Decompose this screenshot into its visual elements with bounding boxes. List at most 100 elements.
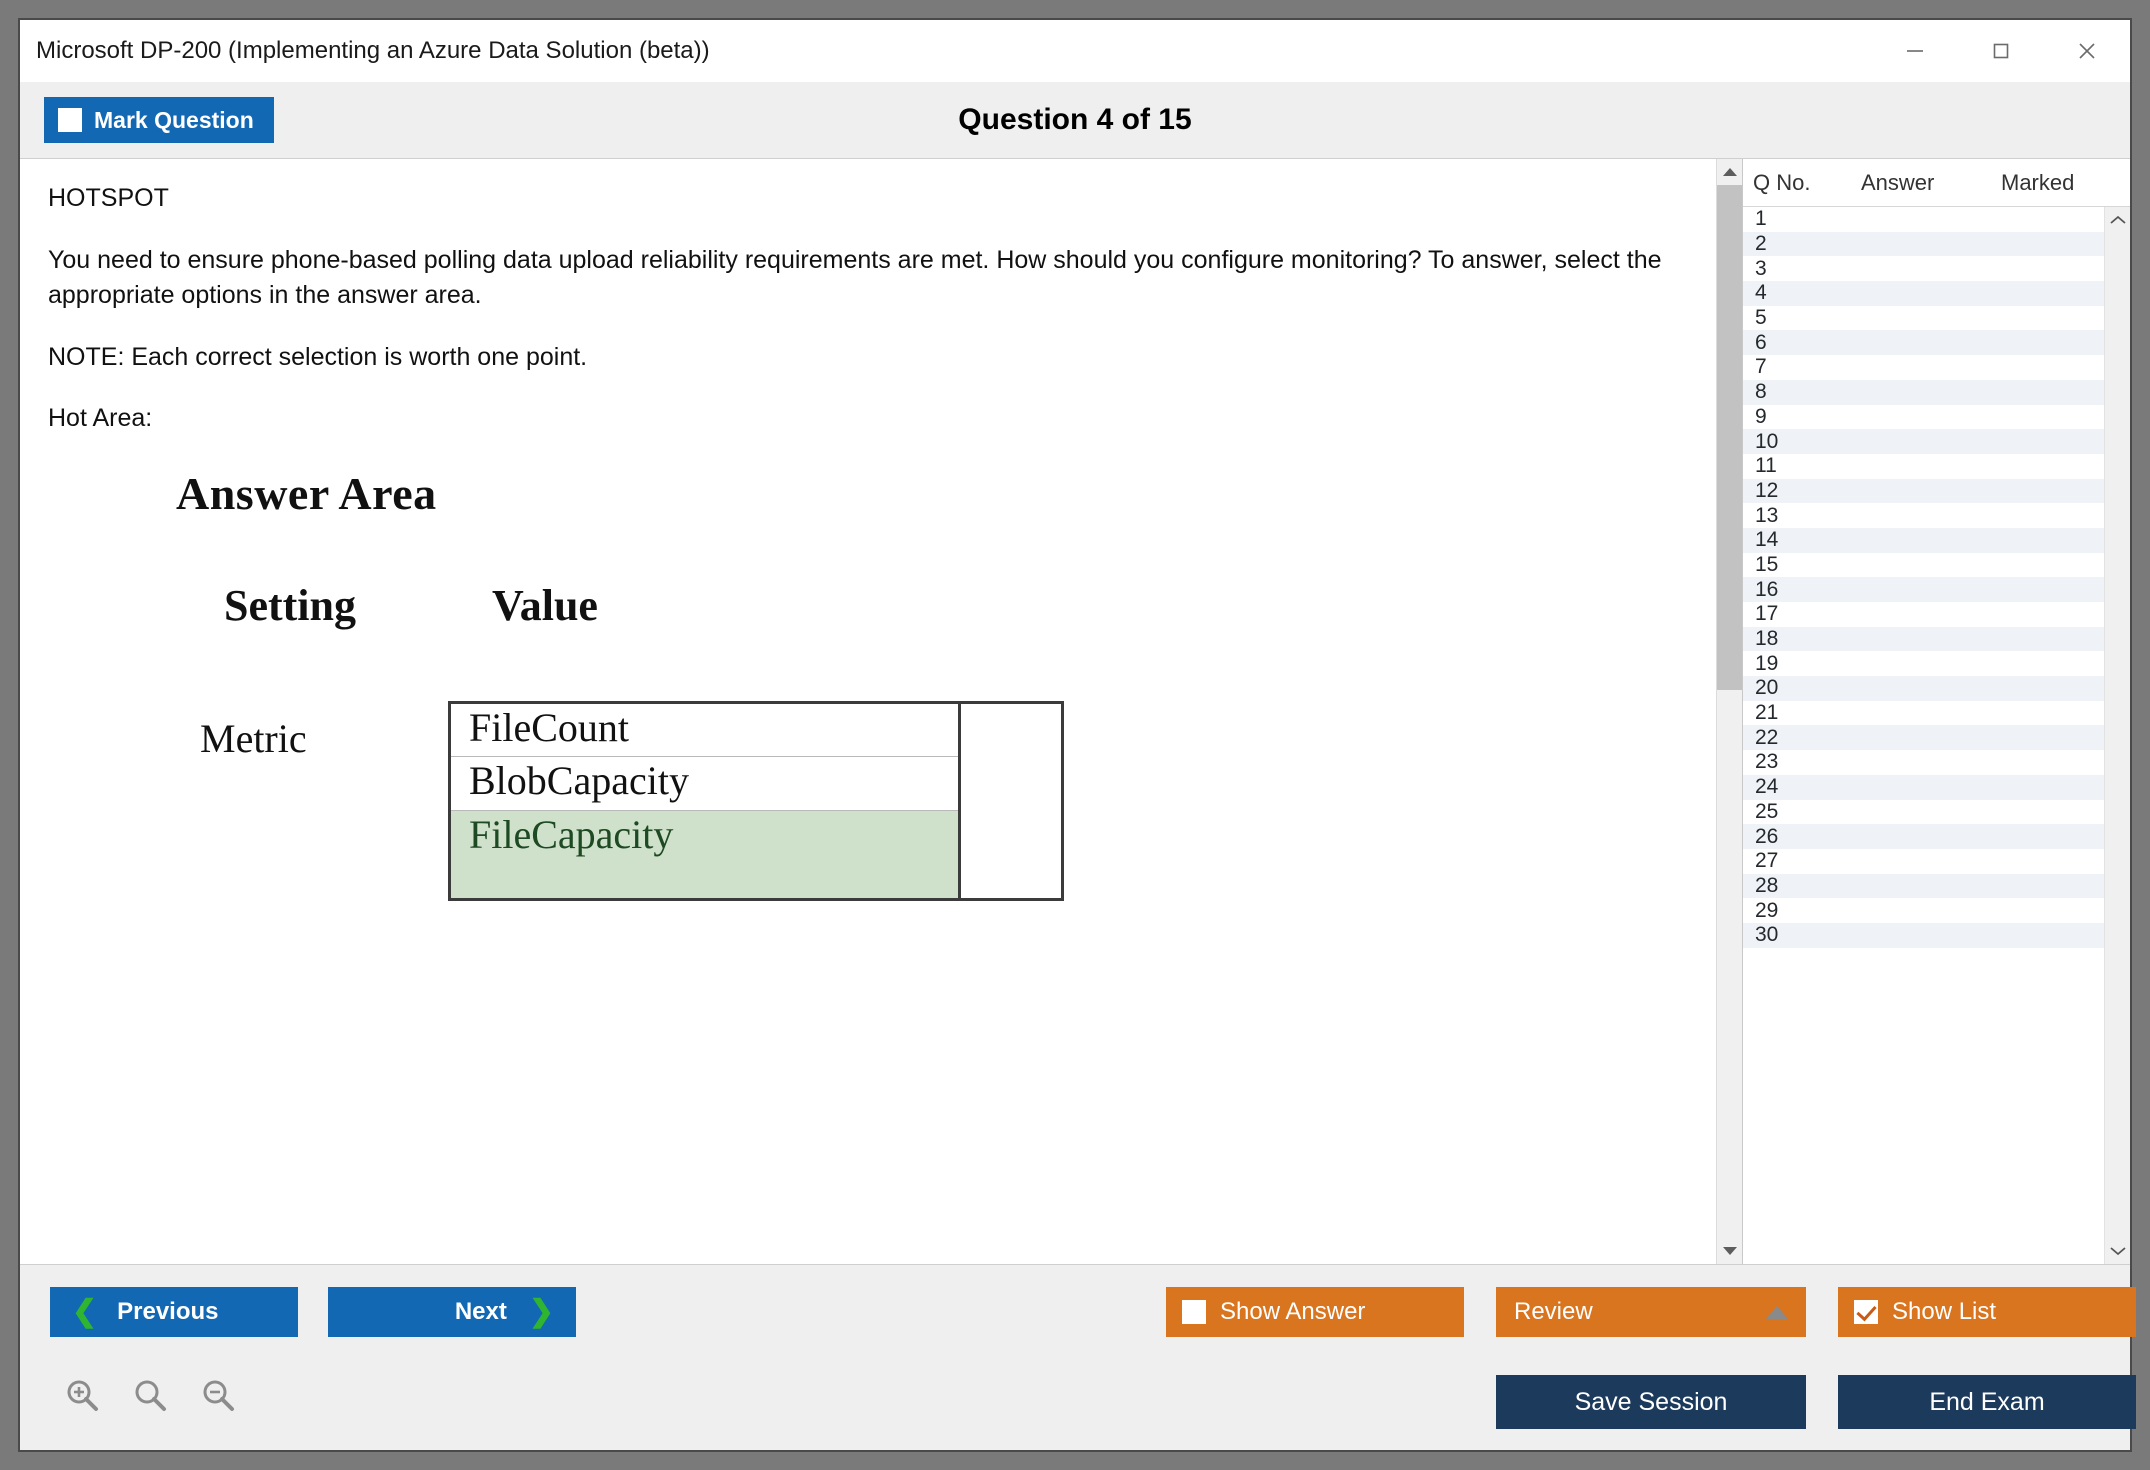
hot-area-label: Hot Area: (48, 401, 1714, 437)
table-row[interactable]: 17 (1743, 602, 2104, 627)
row-question-number: 18 (1743, 627, 1861, 651)
next-button[interactable]: Next ❯ (328, 1287, 576, 1337)
end-exam-label: End Exam (1929, 1388, 2044, 1417)
list-scroll-up-icon[interactable] (2105, 207, 2130, 233)
table-row[interactable]: 24 (1743, 775, 2104, 800)
metric-dropdown-options: FileCount BlobCapacity FileCapacity (451, 704, 961, 898)
table-row[interactable]: 16 (1743, 577, 2104, 602)
header-bar: Mark Question Question 4 of 15 (20, 82, 2130, 158)
table-row[interactable]: 7 (1743, 355, 2104, 380)
show-answer-checkbox[interactable] (1182, 1300, 1206, 1324)
table-row[interactable]: 25 (1743, 800, 2104, 825)
close-icon[interactable] (2044, 20, 2130, 81)
row-question-number: 6 (1743, 331, 1861, 355)
show-list-checkbox[interactable] (1854, 1300, 1878, 1324)
column-header-value: Value (492, 580, 598, 631)
row-question-number: 5 (1743, 306, 1861, 330)
dropdown-arrow-cell[interactable] (961, 704, 1061, 898)
end-exam-button[interactable]: End Exam (1838, 1375, 2136, 1429)
table-row[interactable]: 8 (1743, 380, 2104, 405)
table-row[interactable]: 26 (1743, 824, 2104, 849)
table-row[interactable]: 1 (1743, 207, 2104, 232)
show-answer-button[interactable]: Show Answer (1166, 1287, 1464, 1337)
question-type-label: HOTSPOT (48, 181, 1714, 217)
mark-question-label: Mark Question (94, 107, 254, 134)
list-scroll-down-icon[interactable] (2105, 1238, 2130, 1264)
dropdown-option-filecapacity[interactable]: FileCapacity (451, 811, 958, 898)
exam-app-window: Microsoft DP-200 (Implementing an Azure … (18, 18, 2132, 1452)
row-question-number: 10 (1743, 430, 1861, 454)
question-prompt: You need to ensure phone-based polling d… (48, 243, 1678, 314)
zoom-in-icon[interactable] (64, 1377, 100, 1418)
table-row[interactable]: 23 (1743, 750, 2104, 775)
table-row[interactable]: 14 (1743, 528, 2104, 553)
table-row[interactable]: 6 (1743, 330, 2104, 355)
row-question-number: 17 (1743, 602, 1861, 626)
table-row[interactable]: 22 (1743, 725, 2104, 750)
question-content-pane: HOTSPOT You need to ensure phone-based p… (20, 159, 1742, 1264)
content-scrollbar[interactable] (1716, 159, 1742, 1264)
maximize-icon[interactable] (1958, 20, 2044, 81)
show-answer-label: Show Answer (1220, 1298, 1365, 1326)
row-question-number: 13 (1743, 504, 1861, 528)
dropdown-option-filecount[interactable]: FileCount (451, 704, 958, 758)
scroll-up-arrow-icon[interactable] (1717, 159, 1742, 185)
row-question-number: 11 (1743, 454, 1861, 478)
previous-button[interactable]: ❮ Previous (50, 1287, 298, 1337)
list-column-marked: Marked (2001, 170, 2130, 196)
question-note: NOTE: Each correct selection is worth on… (48, 340, 1714, 376)
zoom-out-icon[interactable] (200, 1377, 236, 1418)
table-row[interactable]: 20 (1743, 676, 2104, 701)
chevron-left-icon: ❮ (72, 1297, 97, 1327)
metric-dropdown[interactable]: FileCount BlobCapacity FileCapacity (448, 701, 1064, 901)
title-bar: Microsoft DP-200 (Implementing an Azure … (20, 20, 2130, 82)
scroll-down-arrow-icon[interactable] (1717, 1238, 1742, 1264)
dropdown-option-blobcapacity[interactable]: BlobCapacity (451, 757, 958, 811)
content-scroll-thumb[interactable] (1717, 185, 1742, 690)
table-row[interactable]: 30 (1743, 923, 2104, 948)
table-row[interactable]: 21 (1743, 701, 2104, 726)
chevron-right-icon: ❯ (529, 1297, 554, 1327)
table-row[interactable]: 28 (1743, 874, 2104, 899)
list-column-answer: Answer (1861, 170, 2001, 196)
show-list-button[interactable]: Show List (1838, 1287, 2136, 1337)
answer-area-graphic: Answer Area Setting Value Metric FileCou… (48, 467, 1714, 901)
question-list-header: Q No. Answer Marked (1743, 159, 2130, 207)
row-question-number: 8 (1743, 380, 1861, 404)
row-question-number: 27 (1743, 849, 1861, 873)
row-question-number: 25 (1743, 800, 1861, 824)
row-question-number: 22 (1743, 726, 1861, 750)
minimize-icon[interactable] (1872, 20, 1958, 81)
table-row[interactable]: 3 (1743, 256, 2104, 281)
question-counter: Question 4 of 15 (20, 103, 2130, 137)
table-row[interactable]: 9 (1743, 405, 2104, 430)
table-row[interactable]: 11 (1743, 454, 2104, 479)
question-list-scrollbar[interactable] (2104, 207, 2130, 1264)
table-row[interactable]: 18 (1743, 627, 2104, 652)
row-question-number: 15 (1743, 553, 1861, 577)
table-row[interactable]: 29 (1743, 898, 2104, 923)
answer-area-title: Answer Area (176, 467, 1714, 520)
chevron-up-icon (1766, 1306, 1788, 1319)
row-question-number: 14 (1743, 528, 1861, 552)
content-scroll-track[interactable] (1717, 185, 1742, 1238)
table-row[interactable]: 2 (1743, 232, 2104, 257)
row-question-number: 2 (1743, 232, 1861, 256)
save-session-button[interactable]: Save Session (1496, 1375, 1806, 1429)
table-row[interactable]: 12 (1743, 479, 2104, 504)
row-question-number: 30 (1743, 923, 1861, 947)
mark-question-button[interactable]: Mark Question (44, 97, 274, 143)
zoom-icon[interactable] (132, 1377, 168, 1418)
review-dropdown-button[interactable]: Review (1496, 1287, 1806, 1337)
table-row[interactable]: 27 (1743, 849, 2104, 874)
table-row[interactable]: 15 (1743, 553, 2104, 578)
table-row[interactable]: 10 (1743, 429, 2104, 454)
mark-question-checkbox[interactable] (58, 108, 82, 132)
zoom-toolbar (64, 1377, 236, 1418)
body-area: HOTSPOT You need to ensure phone-based p… (20, 158, 2130, 1264)
table-row[interactable]: 4 (1743, 281, 2104, 306)
table-row[interactable]: 5 (1743, 306, 2104, 331)
table-row[interactable]: 13 (1743, 503, 2104, 528)
table-row[interactable]: 19 (1743, 651, 2104, 676)
row-question-number: 12 (1743, 479, 1861, 503)
